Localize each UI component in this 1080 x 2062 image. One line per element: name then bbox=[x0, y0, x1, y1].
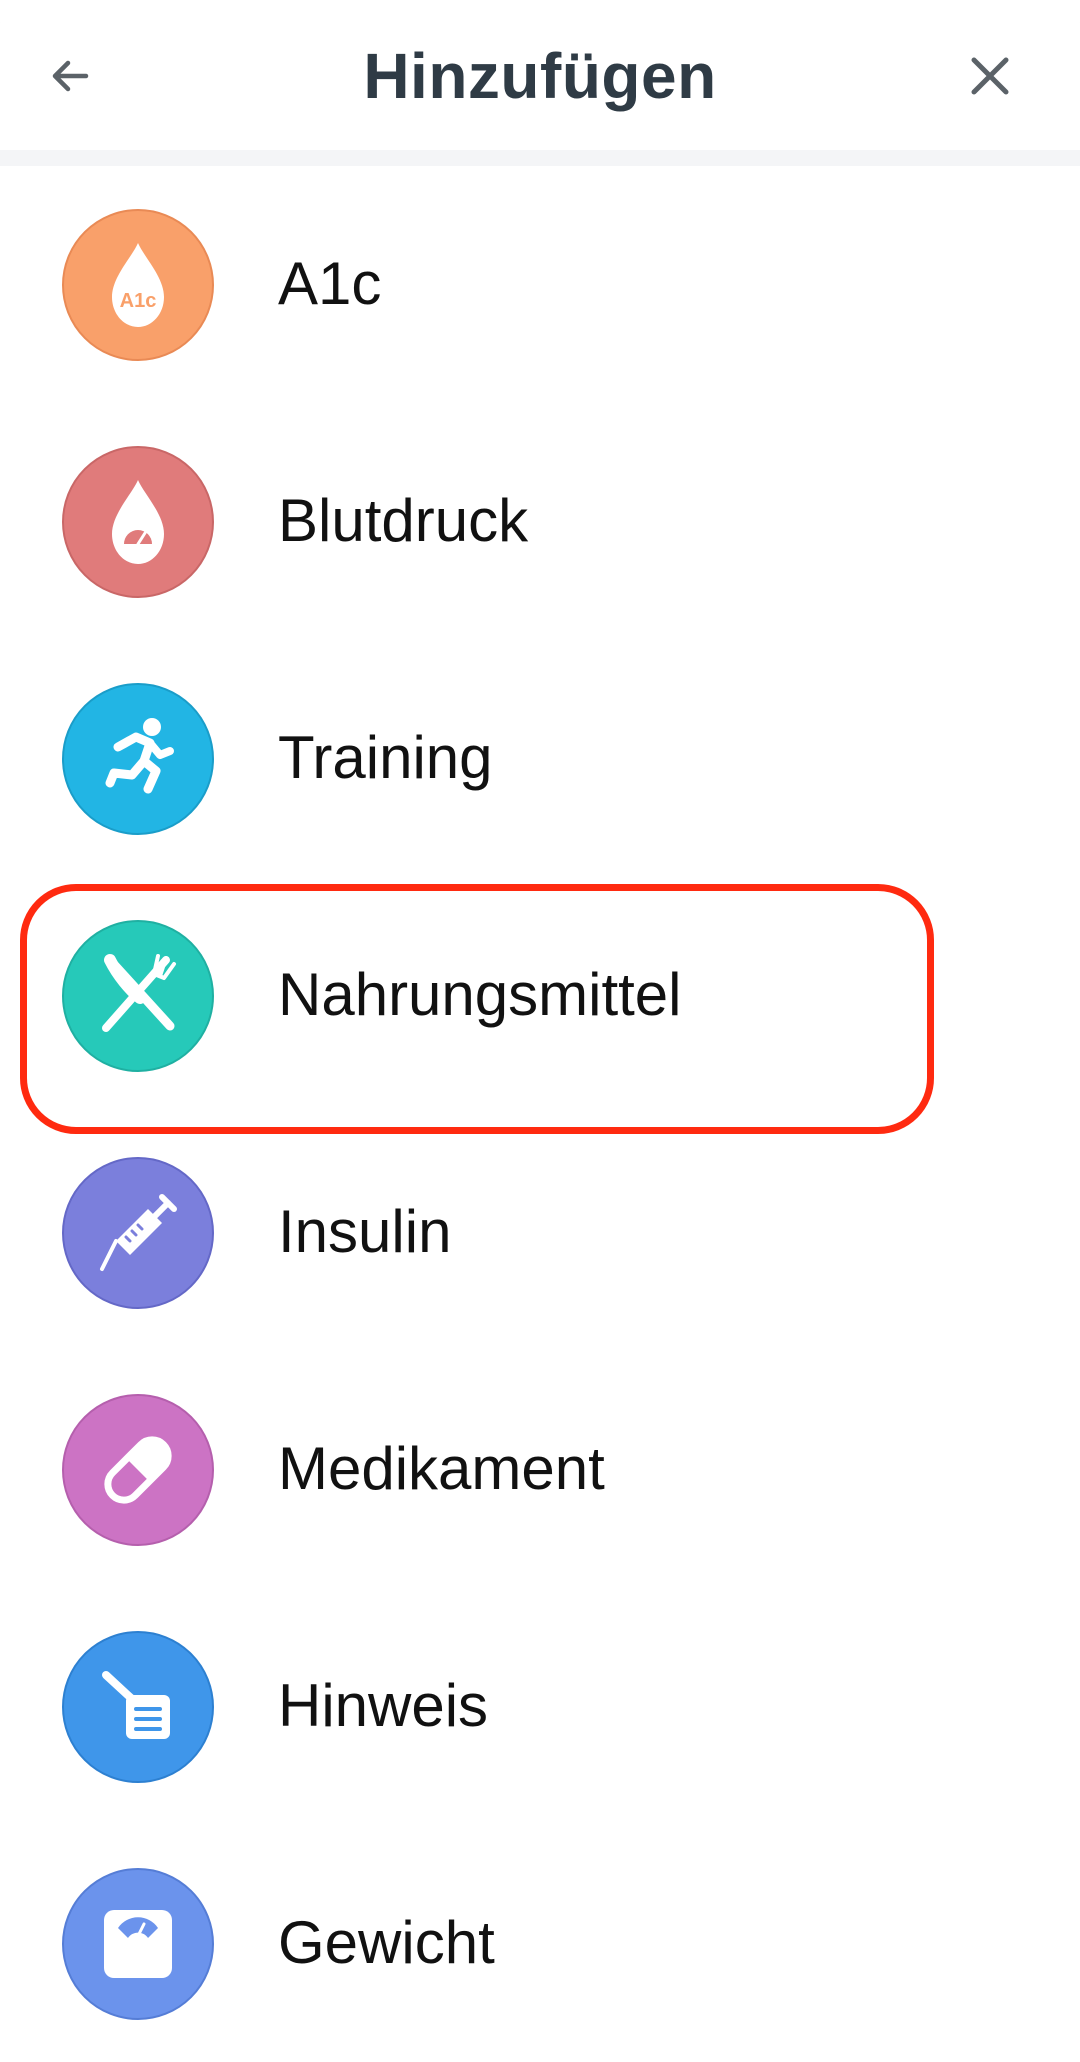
note-icon bbox=[62, 1631, 214, 1783]
fork-knife-icon bbox=[62, 920, 214, 1072]
list-item-label: Medikament bbox=[278, 1435, 605, 1502]
list-item-gewicht[interactable]: Gewicht bbox=[0, 1825, 1080, 2062]
list-item-label: Hinweis bbox=[278, 1672, 489, 1739]
pill-icon bbox=[62, 1394, 214, 1546]
list-item-medikament[interactable]: Medikament bbox=[0, 1351, 1080, 1588]
list-item-nahrungsmittel[interactable]: Nahrungsmittel bbox=[0, 877, 1080, 1114]
list-item-label: Training bbox=[278, 724, 493, 791]
blood-pressure-drop-icon bbox=[62, 446, 214, 598]
arrow-left-icon bbox=[52, 60, 89, 92]
runner-icon bbox=[62, 683, 214, 835]
list-item-hinweis[interactable]: Hinweis bbox=[0, 1588, 1080, 1825]
list-item-blutdruck[interactable]: Blutdruck bbox=[0, 403, 1080, 640]
back-button[interactable] bbox=[32, 38, 108, 114]
list-item-a1c[interactable]: A1c A1c bbox=[0, 166, 1080, 403]
list-item-label: Insulin bbox=[278, 1198, 452, 1265]
header: Hinzufügen bbox=[0, 0, 1080, 150]
close-icon bbox=[971, 57, 1009, 95]
header-divider bbox=[0, 150, 1080, 166]
close-button[interactable] bbox=[952, 38, 1028, 114]
list-item-training[interactable]: Training bbox=[0, 640, 1080, 877]
list-item-label: A1c bbox=[278, 250, 382, 317]
a1c-icon-text: A1c bbox=[120, 290, 157, 312]
scale-icon bbox=[62, 1868, 214, 2020]
list-item-label: Blutdruck bbox=[278, 487, 529, 554]
list-item-label: Gewicht bbox=[278, 1909, 495, 1976]
syringe-icon bbox=[62, 1157, 214, 1309]
list-item-label: Nahrungsmittel bbox=[278, 961, 682, 1028]
list-item-insulin[interactable]: Insulin bbox=[0, 1114, 1080, 1351]
page-title: Hinzufügen bbox=[363, 40, 717, 112]
a1c-drop-icon: A1c bbox=[62, 209, 214, 361]
